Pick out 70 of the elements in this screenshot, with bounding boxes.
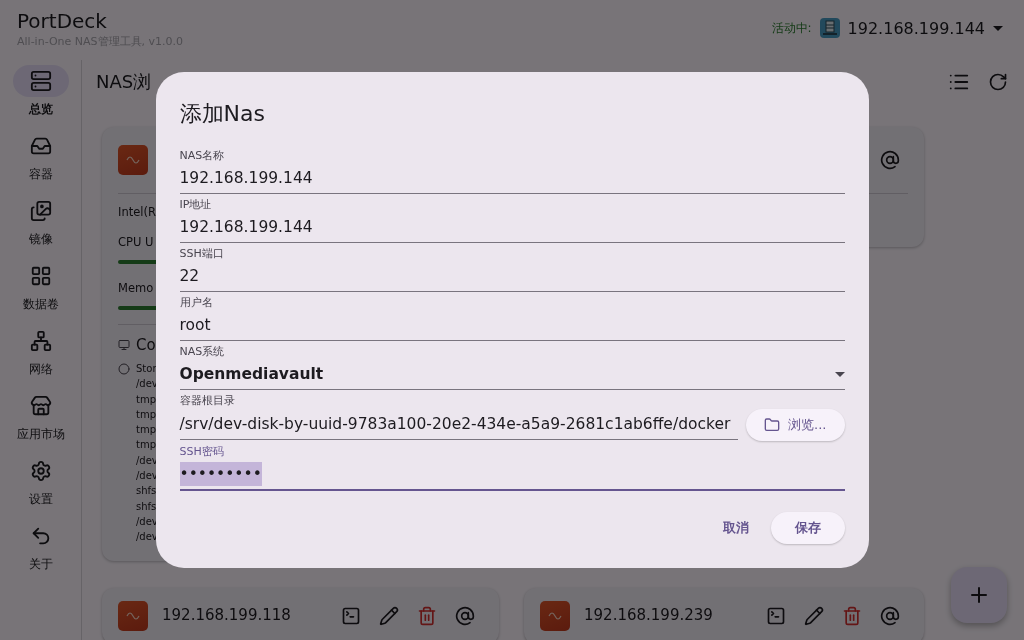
- trash-icon[interactable]: [417, 605, 437, 626]
- memory-label: Memo: [118, 280, 154, 297]
- pencil-icon[interactable]: [804, 605, 824, 626]
- text-field[interactable]: /srv/dev-disk-by-uuid-9783a100-20e2-434e-a5a9-2681c1ab6ffe/docker: [179, 410, 739, 440]
- active-label: 活动中:: [771, 19, 812, 37]
- save-button[interactable]: 保存: [770, 512, 845, 544]
- terminal-icon[interactable]: [766, 605, 786, 626]
- mount-path: tmp: [136, 438, 156, 453]
- nav-label[interactable]: 关于: [28, 556, 53, 572]
- cpu-label: CPU U: [118, 234, 154, 251]
- nav-label[interactable]: 镜像: [28, 231, 53, 247]
- app-title: PortDeck: [17, 8, 108, 34]
- at-sign-icon[interactable]: [880, 605, 900, 626]
- inbox-icon: [29, 135, 52, 157]
- browse-button[interactable]: 浏览...: [746, 409, 845, 441]
- nav-label[interactable]: 网络: [28, 361, 53, 377]
- mount-path: shfs: [136, 484, 157, 499]
- select-field[interactable]: Openmediavault: [179, 360, 845, 390]
- server-logo-icon: [819, 18, 840, 38]
- field-label: IP地址: [179, 197, 212, 213]
- password-field[interactable]: •••••••••: [179, 460, 845, 491]
- nav-label[interactable]: 数据卷: [22, 296, 59, 312]
- field-label: NAS名称: [179, 148, 225, 164]
- host-name: 192.168.199.239: [584, 607, 713, 625]
- dialog-title: 添加Nas: [179, 100, 266, 128]
- field-label: SSH端口: [179, 246, 224, 262]
- page-title: NAS浏: [96, 70, 152, 94]
- dropdown-caret-icon[interactable]: [993, 25, 1003, 31]
- mount-path: tmp: [136, 392, 156, 407]
- pencil-icon[interactable]: [379, 605, 399, 626]
- wave-logo-icon: [118, 145, 148, 175]
- text-field[interactable]: 192.168.199.144: [179, 164, 845, 194]
- field-label: SSH密码: [179, 444, 224, 460]
- field-label: NAS系统: [179, 344, 225, 360]
- mount-path: tmp: [136, 423, 156, 438]
- text-field[interactable]: 22: [179, 262, 845, 292]
- network-icon: [29, 330, 52, 352]
- folder-icon: [764, 417, 781, 433]
- grid-icon: [29, 265, 52, 287]
- wave-logo-icon: [540, 600, 570, 631]
- host-name: 192.168.199.118: [162, 607, 291, 625]
- field-label: 用户名: [179, 295, 213, 311]
- text-field[interactable]: 192.168.199.144: [179, 213, 845, 243]
- store-icon: [29, 395, 52, 417]
- text-field[interactable]: root: [179, 311, 845, 341]
- cancel-button[interactable]: 取消: [708, 512, 763, 544]
- containers-label: Co: [136, 335, 156, 355]
- nav-label[interactable]: 容器: [28, 166, 53, 182]
- at-sign-icon[interactable]: [880, 150, 900, 170]
- storage-label: Stor: [136, 362, 157, 376]
- nav-label[interactable]: 设置: [28, 491, 53, 507]
- field-label: 容器根目录: [179, 393, 235, 409]
- settings-icon: [29, 460, 52, 482]
- server-icon: [29, 70, 52, 92]
- nav-item[interactable]: [12, 65, 69, 97]
- wave-logo-icon: [118, 600, 148, 631]
- images-icon: [29, 200, 52, 222]
- cpu-model: Intel(R: [118, 204, 156, 221]
- nav-label[interactable]: 应用市场: [16, 426, 65, 442]
- refresh-icon[interactable]: [988, 72, 1008, 92]
- radio-icon[interactable]: [118, 362, 130, 375]
- trash-icon[interactable]: [842, 605, 862, 626]
- mount-path: tmp: [136, 407, 156, 422]
- active-host-dropdown[interactable]: 192.168.199.144: [847, 18, 985, 38]
- monitor-icon: [118, 339, 130, 351]
- dropdown-caret-icon: [834, 371, 845, 377]
- nav-label[interactable]: 总览: [28, 101, 53, 117]
- at-sign-icon[interactable]: [455, 605, 475, 626]
- terminal-icon[interactable]: [341, 605, 361, 626]
- mount-path: shfs: [136, 499, 157, 514]
